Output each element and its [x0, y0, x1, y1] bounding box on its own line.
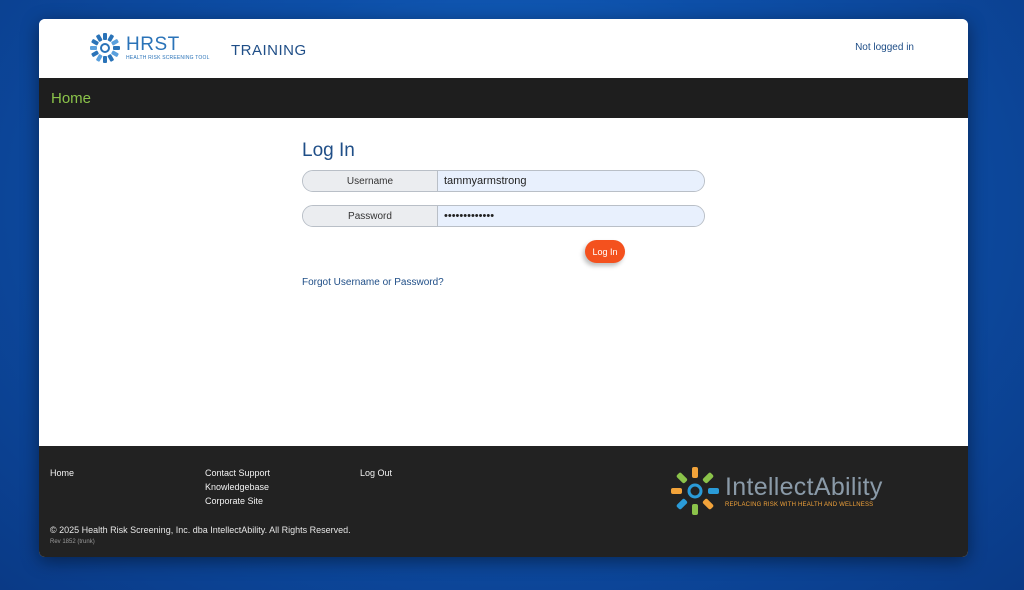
username-label: Username [303, 171, 438, 191]
copyright-text: © 2025 Health Risk Screening, Inc. dba I… [50, 525, 351, 535]
page-title: Log In [302, 140, 355, 161]
footer-logout-link[interactable]: Log Out [360, 468, 392, 478]
main-content: Log In Username Password Log In Forgot U… [39, 118, 968, 446]
footer-knowledgebase-link[interactable]: Knowledgebase [205, 482, 269, 492]
username-input[interactable] [438, 171, 704, 191]
logo-subtitle: HEALTH RISK SCREENING TOOL [126, 55, 210, 61]
hrst-logo-text: HRST HEALTH RISK SCREENING TOOL [126, 35, 210, 61]
forgot-credentials-link[interactable]: Forgot Username or Password? [302, 277, 444, 288]
logo-name: HRST [126, 34, 180, 55]
password-label: Password [303, 206, 438, 226]
environment-label: TRAINING [231, 42, 307, 59]
footer-corporate-site-link[interactable]: Corporate Site [205, 496, 263, 506]
hrst-logo-icon [90, 33, 120, 63]
hrst-logo[interactable]: HRST HEALTH RISK SCREENING TOOL [88, 31, 210, 65]
username-field-row: Username [302, 170, 705, 192]
intellectability-logo-icon [671, 467, 719, 515]
password-field-row: Password [302, 205, 705, 227]
partner-tagline: REPLACING RISK WITH HEALTH AND WELLNESS [725, 501, 874, 508]
partner-name: IntellectAbility [725, 472, 883, 501]
nav-home-link[interactable]: Home [51, 90, 91, 107]
navbar: Home [39, 78, 968, 118]
password-input[interactable] [438, 206, 704, 226]
intellectability-logo-text: IntellectAbility REPLACING RISK WITH HEA… [725, 472, 883, 508]
footer-home-link[interactable]: Home [50, 468, 74, 478]
intellectability-logo[interactable]: IntellectAbility REPLACING RISK WITH HEA… [669, 465, 883, 517]
footer-contact-support-link[interactable]: Contact Support [205, 468, 270, 478]
login-status: Not logged in [855, 42, 914, 53]
login-button[interactable]: Log In [585, 240, 625, 263]
app-window: HRST HEALTH RISK SCREENING TOOL TRAINING… [39, 19, 968, 557]
footer: Home Contact Support Knowledgebase Corpo… [39, 446, 968, 557]
revision-text: Rev 1852 (trunk) [50, 539, 95, 545]
header: HRST HEALTH RISK SCREENING TOOL TRAINING… [39, 19, 968, 78]
